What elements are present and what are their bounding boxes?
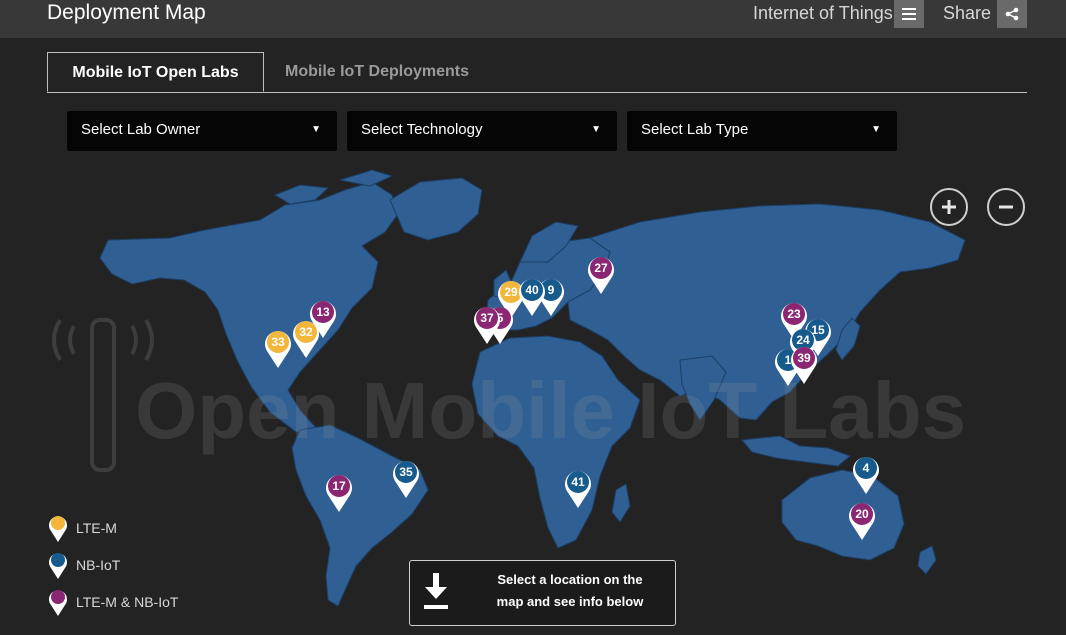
- zoom-out-button[interactable]: [987, 188, 1025, 226]
- marker-label: 37: [480, 311, 494, 325]
- lab-owner-select[interactable]: Select Lab Owner ▼: [67, 111, 337, 151]
- top-bar: Deployment Map Internet of Things Share: [0, 0, 1066, 38]
- caret-down-icon: ▼: [591, 124, 601, 135]
- marker-label: 20: [855, 507, 869, 521]
- info-line-1: Select a location on the: [497, 572, 643, 587]
- pin-icon: [49, 516, 67, 542]
- marker-label: 27: [594, 261, 608, 275]
- caret-down-icon: ▼: [311, 124, 321, 135]
- greenland: [389, 177, 483, 241]
- marker-label: 33: [271, 335, 285, 349]
- share-button[interactable]: [997, 0, 1027, 28]
- zoom-in-button[interactable]: [930, 188, 968, 226]
- pin-icon: [49, 590, 67, 616]
- pin-icon: [49, 553, 67, 579]
- marker-label: 40: [525, 283, 539, 297]
- menu-icon: [902, 8, 916, 20]
- info-line-2: map and see info below: [496, 594, 644, 609]
- legend-lte-m: LTE-M: [48, 513, 117, 543]
- caret-down-icon: ▼: [871, 124, 881, 135]
- lab-owner-select-label: Select Lab Owner: [81, 121, 201, 138]
- info-text: Select a location on the map and see inf…: [470, 569, 670, 613]
- share-icon: [1005, 7, 1019, 21]
- new-zealand: [917, 545, 937, 575]
- download-icon: [424, 573, 448, 609]
- legend-nb-iot: NB-IoT: [48, 550, 120, 580]
- tab-bar: Mobile IoT Open Labs Mobile IoT Deployme…: [47, 52, 1027, 93]
- tab-deployments[interactable]: Mobile IoT Deployments: [265, 52, 489, 91]
- australia: [781, 469, 905, 561]
- nav-internet-of-things[interactable]: Internet of Things: [753, 1, 893, 25]
- marker-label: 39: [797, 351, 811, 365]
- minus-icon: [999, 205, 1013, 209]
- marker-label: 24: [796, 333, 810, 347]
- page-title: Deployment Map: [47, 1, 206, 24]
- share-label[interactable]: Share: [943, 1, 991, 25]
- map-marker-37[interactable]: 37: [474, 307, 500, 344]
- tab-open-labs[interactable]: Mobile IoT Open Labs: [47, 52, 264, 92]
- marker-label: 9: [548, 283, 555, 297]
- plus-icon: [942, 200, 956, 214]
- technology-select-label: Select Technology: [361, 121, 483, 138]
- lab-type-select[interactable]: Select Lab Type ▼: [627, 111, 897, 151]
- marker-label: 4: [863, 461, 870, 475]
- legend-label: LTE-M: [76, 520, 117, 536]
- legend-label: LTE-M & NB-IoT: [76, 594, 179, 610]
- marker-label: 13: [316, 305, 330, 319]
- info-box: Select a location on the map and see inf…: [409, 560, 676, 626]
- madagascar: [611, 483, 631, 523]
- technology-select[interactable]: Select Technology ▼: [347, 111, 617, 151]
- marker-label: 1: [785, 353, 792, 367]
- marker-label: 23: [787, 307, 801, 321]
- marker-label: 32: [299, 325, 313, 339]
- marker-label: 35: [399, 465, 413, 479]
- marker-label: 29: [504, 285, 518, 299]
- marker-label: 41: [571, 475, 585, 489]
- legend-both: LTE-M & NB-IoT: [48, 587, 178, 617]
- lab-type-select-label: Select Lab Type: [641, 121, 749, 138]
- legend-label: NB-IoT: [76, 557, 121, 573]
- marker-label: 17: [332, 479, 346, 493]
- watermark-text: Open Mobile IoT Labs: [135, 366, 966, 455]
- menu-button[interactable]: [894, 0, 924, 28]
